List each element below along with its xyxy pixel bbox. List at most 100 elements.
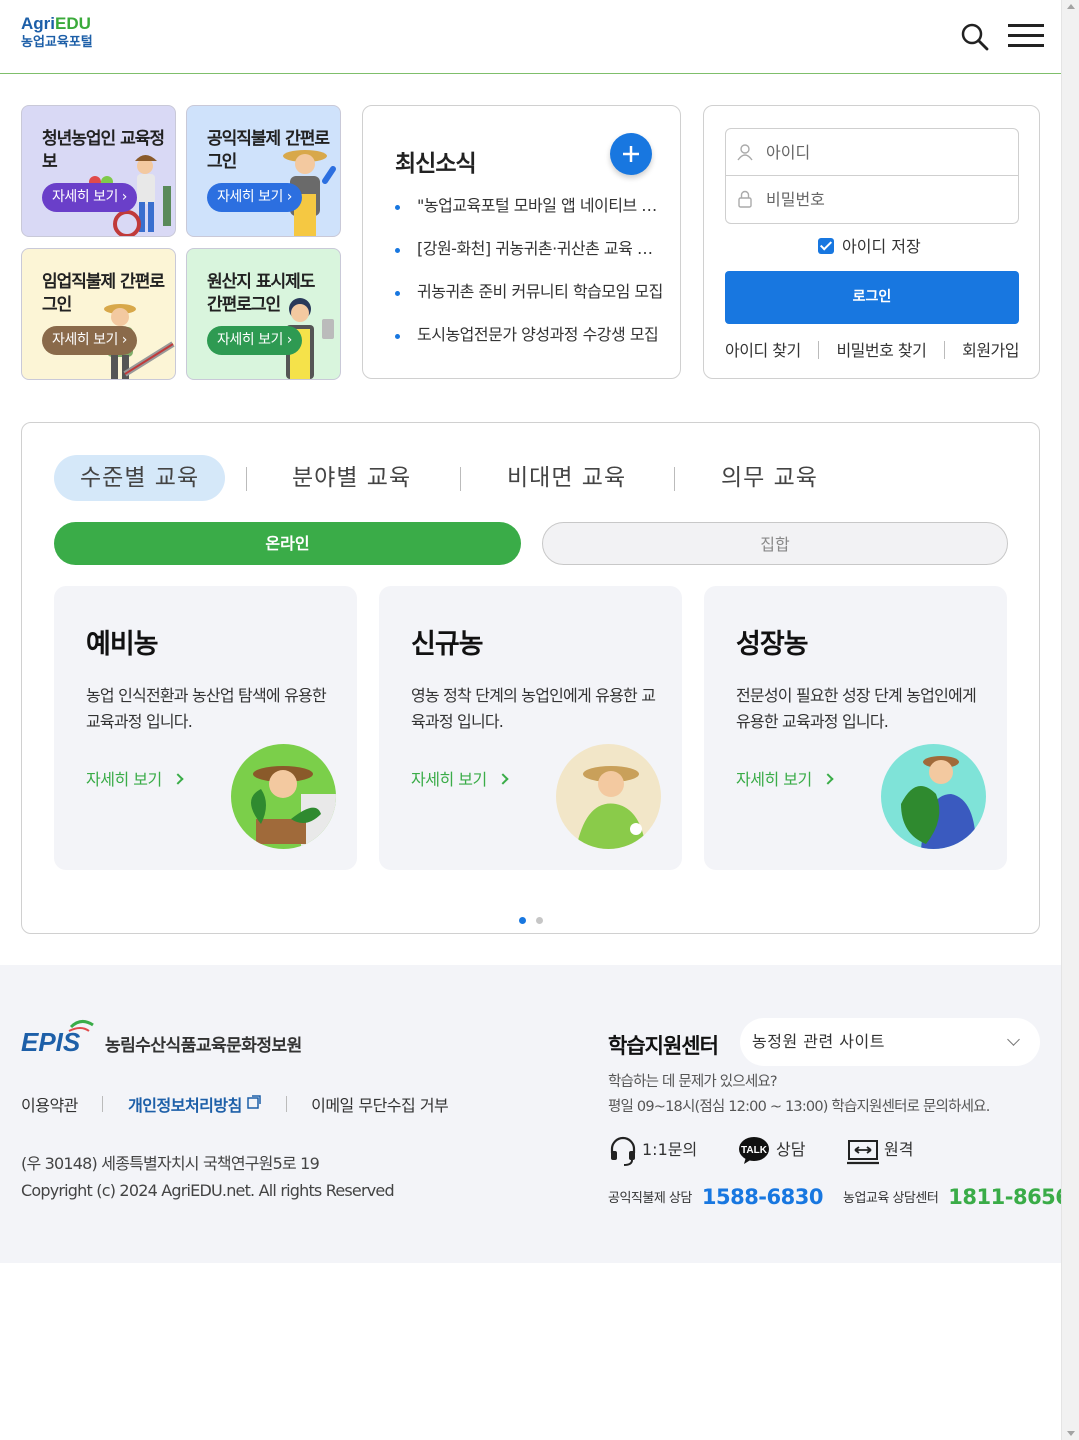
find-id-link[interactable]: 아이디 찾기 — [725, 337, 801, 361]
kakaotalk-consult-link[interactable]: TALK 상담 — [738, 1134, 805, 1166]
login-links: 아이디 찾기 비밀번호 찾기 회원가입 — [725, 337, 1019, 361]
pager-dot-active[interactable] — [519, 917, 526, 924]
support-description: 학습하는 데 문제가 있으세요? 평일 09~18시(점심 12:00 ~ 13… — [608, 1070, 990, 1120]
tel2-number[interactable]: 1811-8656 — [948, 1185, 1070, 1209]
banner-title: 공익직불제 간편로그인 — [207, 129, 330, 172]
card-detail-link[interactable]: 자세히 보기 — [411, 766, 509, 790]
carousel-pager — [519, 909, 553, 928]
search-icon[interactable] — [960, 22, 990, 52]
divider — [102, 1096, 104, 1112]
card-detail-link[interactable]: 자세히 보기 — [86, 766, 184, 790]
page-scrollbar[interactable] — [1061, 0, 1079, 1440]
address: (우 30148) 세종특별자치시 국책연구원5로 19 — [21, 1154, 320, 1173]
banner-detail-button[interactable]: 자세히 보기 › — [207, 183, 302, 212]
course-card-new[interactable]: 신규농 영농 정착 단계의 농업인에게 유용한 교육과정 입니다. 자세히 보기 — [379, 586, 682, 870]
id-input[interactable] — [766, 129, 1006, 175]
support-desc-line1: 학습하는 데 문제가 있으세요? — [608, 1074, 778, 1090]
related-sites-select[interactable]: 농정원 관련 사이트 — [740, 1018, 1040, 1066]
banner-forestry-direct-payment[interactable]: 임업직불제 간편로그인 자세히 보기 › — [21, 248, 176, 380]
tab-field-education[interactable]: 분야별 교육 — [266, 455, 437, 501]
course-card-prospective[interactable]: 예비농 농업 인식전환과 농산업 탐색에 유용한 교육과정 입니다. 자세히 보… — [54, 586, 357, 870]
card-detail-label: 자세히 보기 — [86, 770, 162, 789]
news-item[interactable]: 도시농업전문가 양성과정 수강생 모집 — [395, 323, 665, 366]
tel1-number[interactable]: 1588-6830 — [702, 1185, 824, 1209]
remote-monitor-icon — [847, 1139, 879, 1164]
email-refusal-link[interactable]: 이메일 무단수집 거부 — [311, 1092, 449, 1116]
card-title: 예비농 — [86, 629, 159, 660]
plus-icon[interactable] — [610, 133, 652, 175]
card-detail-link[interactable]: 자세히 보기 — [736, 766, 834, 790]
banner-public-direct-payment[interactable]: 공익직불제 간편로그인 자세히 보기 › — [186, 105, 341, 237]
card-description: 영농 정착 단계의 농업인에게 유용한 교육과정 입니다. — [411, 686, 656, 731]
banner-origin-labeling[interactable]: 원산지 표시제도 간편로그인 자세히 보기 › — [186, 248, 341, 380]
support-title: 학습지원센터 — [608, 1034, 719, 1058]
divider — [818, 341, 820, 359]
logo-text-korean: 농업교육포털 — [21, 35, 93, 50]
logo-text-edu: EDU — [55, 14, 91, 33]
tel2-label: 농업교육 상담센터 — [842, 1191, 939, 1206]
one-to-one-inquiry-link[interactable]: 1:1문의 — [608, 1134, 697, 1166]
svg-text:EPIS: EPIS — [21, 1027, 81, 1057]
news-title: 최신소식 — [395, 151, 477, 177]
pager-dot[interactable] — [536, 917, 543, 924]
banner-title: 청년농업인 교육정보 — [42, 129, 165, 172]
chevron-right-icon — [822, 773, 834, 785]
terms-link[interactable]: 이용약관 — [21, 1092, 78, 1116]
signup-link[interactable]: 회원가입 — [962, 337, 1019, 361]
footer-address-block: (우 30148) 세종특별자치시 국책연구원5로 19 Copyright (… — [21, 1150, 395, 1204]
epis-logo-mark: EPIS — [21, 1020, 94, 1057]
divider — [674, 467, 675, 491]
divider — [460, 467, 461, 491]
password-input[interactable] — [766, 176, 1006, 222]
kakaotalk-icon: TALK — [739, 1136, 769, 1164]
divider — [285, 1096, 287, 1112]
farmer-avatar-image — [556, 744, 661, 849]
tab-mandatory-education[interactable]: 의무 교육 — [695, 455, 844, 501]
divider — [943, 341, 945, 359]
privacy-policy-link[interactable]: 개인정보처리방침 — [128, 1092, 261, 1116]
banner-detail-button[interactable]: 자세히 보기 › — [42, 183, 137, 212]
banner-detail-label: 자세히 보기 — [217, 332, 283, 348]
checkbox-checked-icon[interactable] — [818, 238, 834, 254]
tab-level-education[interactable]: 수준별 교육 — [54, 455, 226, 501]
one-to-one-label: 1:1문의 — [642, 1140, 698, 1159]
chevron-down-icon — [1007, 1033, 1020, 1046]
remote-label: 원격 — [884, 1140, 914, 1159]
footer-links: 이용약관 개인정보처리방침 이메일 무단수집 거부 — [21, 1092, 449, 1116]
chevron-right-icon — [497, 773, 509, 785]
tab-online-education[interactable]: 비대면 교육 — [481, 455, 652, 501]
news-item[interactable]: 귀농귀촌 준비 커뮤니티 학습모임 모집 — [395, 280, 665, 323]
hamburger-menu-icon[interactable] — [1008, 24, 1044, 48]
site-footer: EPIS 농림수산식품교육문화정보원 이용약관 개인정보처리방침 이메일 무단수… — [0, 965, 1070, 1263]
scroll-up-icon[interactable] — [1067, 4, 1075, 9]
scroll-down-icon[interactable] — [1067, 1431, 1075, 1436]
logo-text-agri: Agri — [21, 14, 55, 33]
find-password-link[interactable]: 비밀번호 찾기 — [836, 337, 926, 361]
copyright: Copyright (c) 2024 AgriEDU.net. All righ… — [21, 1181, 395, 1200]
segment-online[interactable]: 온라인 — [54, 522, 521, 565]
segment-group[interactable]: 집합 — [542, 522, 1008, 565]
scroll-thumb[interactable] — [1065, 12, 1076, 1412]
site-header: AgriEDU 농업교육포털 — [0, 0, 1061, 74]
lock-icon — [738, 190, 752, 208]
banner-detail-button[interactable]: 자세히 보기 › — [42, 326, 137, 355]
svg-text:TALK: TALK — [741, 1145, 768, 1156]
latest-news-panel: 최신소식 "농업교육포털 모바일 앱 네이티브 전환 안내" [강원-화천] 귀… — [362, 105, 681, 379]
site-logo[interactable]: AgriEDU 농업교육포털 — [21, 14, 93, 51]
related-sites-label: 농정원 관련 사이트 — [752, 1032, 885, 1051]
banner-detail-label: 자세히 보기 — [52, 189, 118, 205]
support-desc-line2: 평일 09~18시(점심 12:00 ~ 13:00) 학습지원센터로 문의하세… — [608, 1099, 990, 1115]
remote-support-link[interactable]: 원격 — [846, 1134, 913, 1166]
news-item[interactable]: "농업교육포털 모바일 앱 네이티브 전환 안내" — [395, 194, 665, 237]
course-card-growth[interactable]: 성장농 전문성이 필요한 성장 단계 농업인에게 유용한 교육과정 입니다. 자… — [704, 586, 1007, 870]
farmer-avatar-image — [881, 744, 986, 849]
new-window-icon — [247, 1094, 261, 1109]
save-id-checkbox[interactable]: 아이디 저장 — [818, 236, 921, 258]
education-panel: 수준별 교육 분야별 교육 비대면 교육 의무 교육 온라인 집합 예비농 농업… — [21, 422, 1040, 934]
login-button[interactable]: 로그인 — [725, 271, 1019, 324]
news-item[interactable]: [강원-화천] 귀농귀촌·귀산촌 교육 안내 — [395, 237, 665, 280]
card-detail-label: 자세히 보기 — [411, 770, 487, 789]
banner-youth-farmer[interactable]: 청년농업인 교육정보 자세히 보기 › — [21, 105, 176, 237]
education-tabs: 수준별 교육 분야별 교육 비대면 교육 의무 교육 — [54, 455, 1014, 501]
banner-detail-button[interactable]: 자세히 보기 › — [207, 326, 302, 355]
